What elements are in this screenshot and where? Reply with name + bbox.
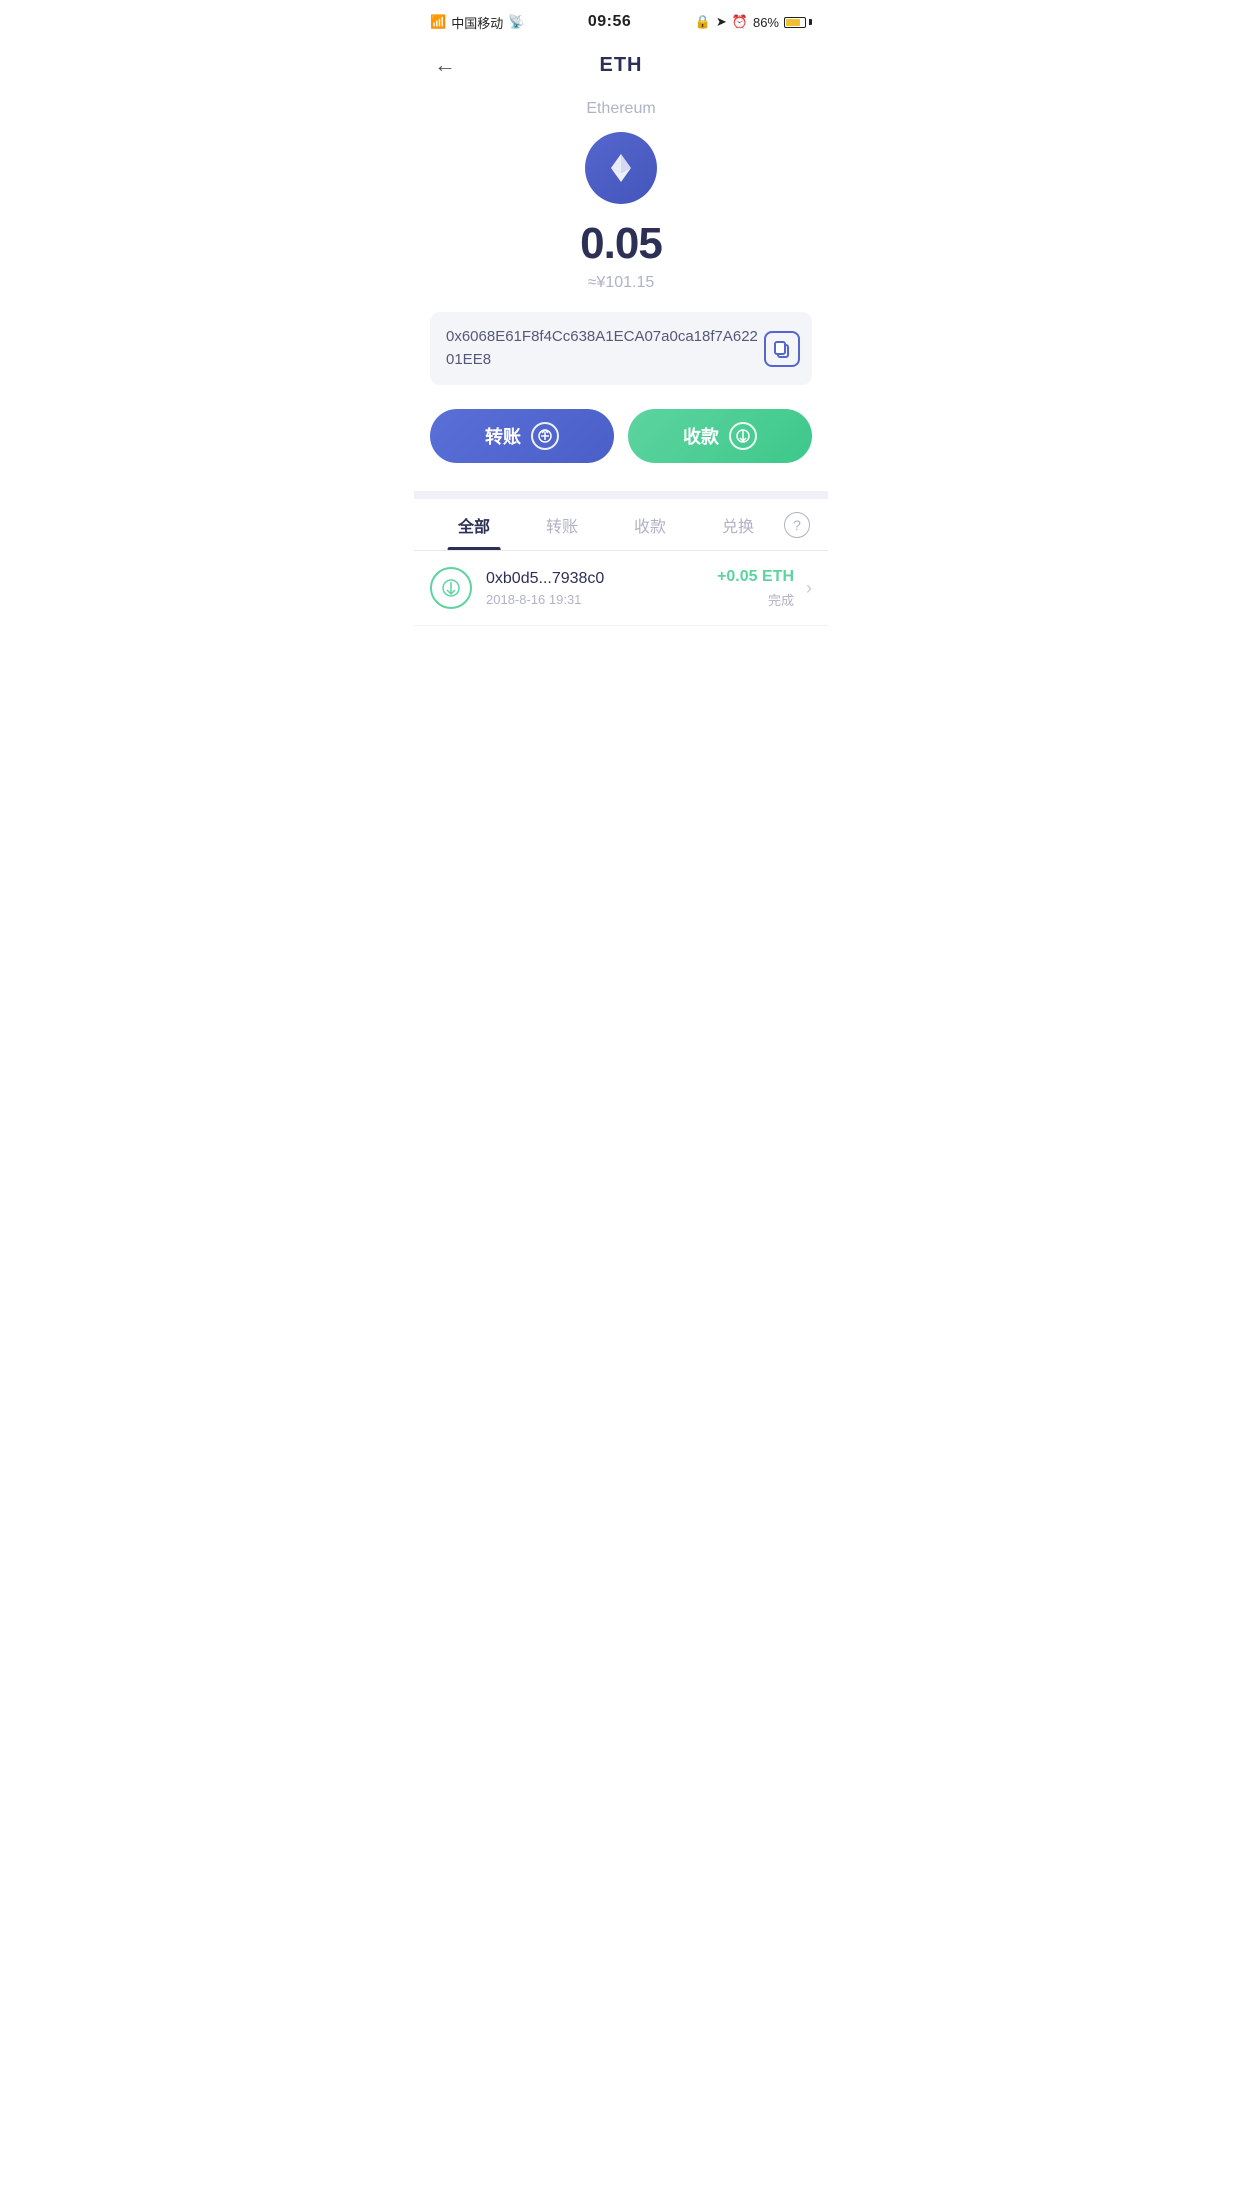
battery-icon [784,17,812,28]
lock-icon: 🔒 [695,14,711,30]
copy-icon [772,339,792,359]
carrier-label: 中国移动 [451,13,503,32]
wifi-icon: 📡 [508,14,524,30]
transfer-icon [531,422,559,450]
tx-amount: +0.05 ETH [717,568,794,586]
eth-logo [603,150,639,186]
battery-percent: 86% [753,15,779,30]
header: ← ETH [414,40,828,90]
copy-address-button[interactable] [764,331,800,367]
status-left: 📶 中国移动 📡 [430,13,524,32]
tab-transfer[interactable]: 转账 [518,499,606,550]
help-button[interactable]: ? [782,512,812,538]
tx-chevron-right-icon: › [806,578,812,599]
signal-icon: 📶 [430,14,446,30]
coin-fiat-value: ≈¥101.15 [588,274,655,292]
action-buttons: 转账 收款 [414,409,828,491]
tx-amount-section: +0.05 ETH 完成 [717,568,794,609]
tx-info: 0xb0d5...7938c0 2018-8-16 19:31 [486,570,717,607]
status-right: 🔒 ➤ ⏰ 86% [695,14,812,30]
receive-label: 收款 [683,423,719,449]
transaction-list: 0xb0d5...7938c0 2018-8-16 19:31 +0.05 ET… [414,551,828,626]
tx-receive-icon [430,567,472,609]
coin-section: Ethereum 0.05 ≈¥101.15 [414,90,828,312]
status-bar: 📶 中国移动 📡 09:56 🔒 ➤ ⏰ 86% [414,0,828,40]
section-divider [414,491,828,499]
status-time: 09:56 [588,13,631,31]
transaction-tabs: 全部 转账 收款 兑换 ? [414,499,828,551]
tx-status: 完成 [717,590,794,609]
tab-exchange[interactable]: 兑换 [694,499,782,550]
receive-button[interactable]: 收款 [628,409,812,463]
transfer-label: 转账 [485,423,521,449]
alarm-icon: ⏰ [732,14,748,30]
coin-name: Ethereum [586,100,655,118]
tab-all[interactable]: 全部 [430,499,518,550]
page-title: ETH [600,54,643,77]
wallet-address: 0x6068E61F8f4Cc638A1ECA07a0ca18f7A62201E… [446,326,764,371]
location-icon: ➤ [716,14,727,30]
tx-date: 2018-8-16 19:31 [486,592,717,607]
table-row[interactable]: 0xb0d5...7938c0 2018-8-16 19:31 +0.05 ET… [414,551,828,626]
tx-address: 0xb0d5...7938c0 [486,570,717,588]
coin-balance: 0.05 [580,222,662,266]
back-button[interactable]: ← [434,54,456,76]
transfer-button[interactable]: 转账 [430,409,614,463]
coin-icon [585,132,657,204]
tab-receive[interactable]: 收款 [606,499,694,550]
address-section: 0x6068E61F8f4Cc638A1ECA07a0ca18f7A62201E… [430,312,812,385]
receive-icon [729,422,757,450]
